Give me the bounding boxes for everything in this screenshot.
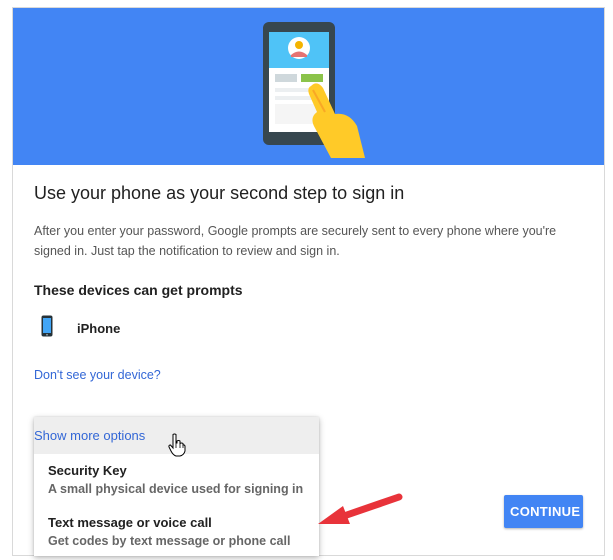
page-description: After you enter your password, Google pr… xyxy=(34,224,557,258)
option-title: Security Key xyxy=(48,463,127,478)
annotation-arrow-icon xyxy=(313,491,405,536)
hero-banner xyxy=(13,8,604,165)
two-step-card: Use your phone as your second step to si… xyxy=(12,7,605,556)
show-more-options-label: Show more options xyxy=(34,428,146,443)
missing-device-link[interactable]: Don't see your device? xyxy=(34,368,161,382)
smartphone-icon xyxy=(41,315,53,342)
page-title: Use your phone as your second step to si… xyxy=(34,183,405,203)
devices-heading: These devices can get prompts xyxy=(34,282,243,298)
device-name: iPhone xyxy=(77,320,121,336)
option-subtitle: Get codes by text message or phone call xyxy=(48,534,291,548)
option-subtitle: A small physical device used for signing… xyxy=(48,482,304,496)
phone-illustration xyxy=(263,22,365,158)
device-item: iPhone xyxy=(41,313,120,343)
option-title: Text message or voice call xyxy=(48,515,212,530)
hand-cursor-icon xyxy=(168,433,186,462)
option-text-or-voice[interactable]: Text message or voice call Get codes by … xyxy=(34,506,319,558)
continue-button[interactable]: CONTINUE xyxy=(504,495,583,528)
